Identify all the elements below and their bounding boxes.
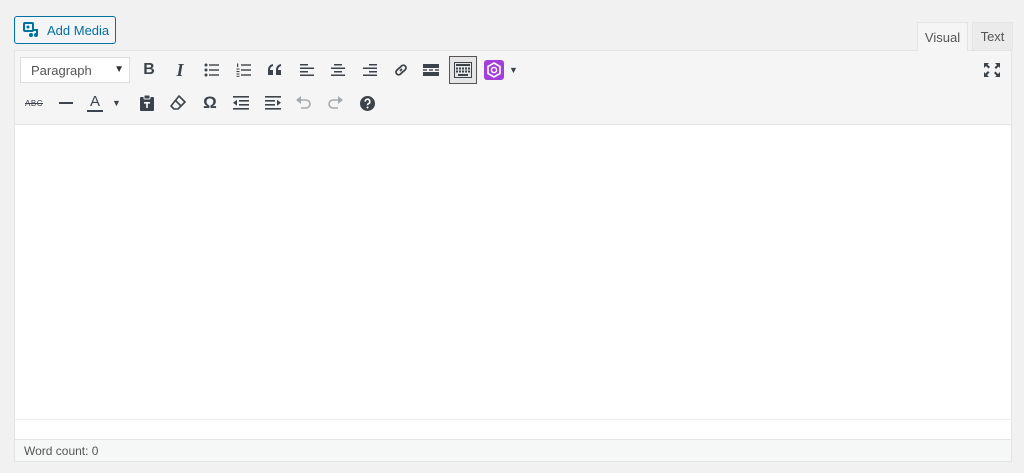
special-character-icon: Ω <box>203 93 217 112</box>
editor-page: Add Media Visual Text Paragraph ▼ B I ▼ … <box>0 0 1024 473</box>
add-media-icon <box>23 21 41 39</box>
read-more-icon <box>423 64 439 76</box>
align-center-button[interactable] <box>324 56 352 84</box>
indent-button[interactable] <box>259 89 287 117</box>
clear-formatting-button[interactable] <box>164 89 192 117</box>
toolbar-toggle-button[interactable] <box>449 56 477 84</box>
add-media-label: Add Media <box>47 22 110 38</box>
blockquote-icon <box>268 64 281 75</box>
editor-resize-strip <box>15 419 1011 440</box>
blockquote-button[interactable] <box>261 56 289 84</box>
indent-icon <box>265 96 281 110</box>
read-more-button[interactable] <box>417 56 445 84</box>
tab-text-label: Text <box>980 29 1005 44</box>
undo-button[interactable] <box>290 89 318 117</box>
plugin-button[interactable]: ▼ <box>481 56 521 84</box>
plugin-icon <box>484 60 505 80</box>
undo-icon <box>296 96 311 109</box>
paste-as-text-icon <box>140 95 154 111</box>
strikethrough-icon: ABC <box>25 98 43 108</box>
format-select-value: Paragraph <box>31 62 92 78</box>
format-select[interactable]: Paragraph ▼ <box>20 57 130 83</box>
fullscreen-icon <box>984 63 1000 77</box>
redo-icon <box>328 96 343 109</box>
add-media-button[interactable]: Add Media <box>14 16 116 44</box>
link-button[interactable] <box>387 56 415 84</box>
italic-button[interactable]: I <box>166 56 194 84</box>
bulleted-list-icon <box>204 63 219 77</box>
tab-visual-label: Visual <box>924 29 961 45</box>
bold-icon: B <box>143 61 155 78</box>
link-icon <box>395 64 407 76</box>
text-color-swatch <box>87 110 104 112</box>
help-icon <box>359 95 375 111</box>
horizontal-line-icon <box>59 102 73 104</box>
text-color-icon: A <box>87 93 104 112</box>
status-bar: Word count: 0 <box>15 439 1011 461</box>
tab-text[interactable]: Text <box>972 22 1013 50</box>
editor-toolbar: Paragraph ▼ B I ▼ ABC A ▼ Ω <box>15 51 1011 125</box>
align-right-icon <box>363 64 377 76</box>
bulleted-list-button[interactable] <box>198 56 226 84</box>
bold-button[interactable]: B <box>135 56 163 84</box>
chevron-down-icon: ▼ <box>509 65 518 75</box>
paste-as-text-button[interactable] <box>133 89 161 117</box>
clear-formatting-icon <box>170 95 186 110</box>
fullscreen-button[interactable] <box>978 56 1006 84</box>
chevron-down-icon: ▼ <box>114 64 124 75</box>
tab-visual[interactable]: Visual <box>917 22 968 51</box>
outdent-icon <box>233 96 249 110</box>
editor-content-area[interactable] <box>15 125 1011 419</box>
strikethrough-button[interactable]: ABC <box>20 89 48 117</box>
toolbar-toggle-icon <box>454 62 472 78</box>
align-center-icon <box>331 64 345 76</box>
outdent-button[interactable] <box>227 89 255 117</box>
text-color-glyph: A <box>90 93 101 110</box>
align-left-button[interactable] <box>293 56 321 84</box>
italic-icon: I <box>176 59 184 80</box>
redo-button[interactable] <box>321 89 349 117</box>
align-left-icon <box>300 64 314 76</box>
horizontal-line-button[interactable] <box>52 89 80 117</box>
numbered-list-button[interactable] <box>230 56 258 84</box>
numbered-list-icon <box>236 63 251 77</box>
align-right-button[interactable] <box>356 56 384 84</box>
word-count: Word count: 0 <box>24 443 99 458</box>
chevron-down-icon: ▼ <box>112 98 121 108</box>
help-button[interactable] <box>353 89 381 117</box>
special-character-button[interactable]: Ω <box>196 89 224 117</box>
editor: Paragraph ▼ B I ▼ ABC A ▼ Ω Word count: … <box>14 50 1012 462</box>
text-color-button[interactable]: A ▼ <box>83 89 125 117</box>
